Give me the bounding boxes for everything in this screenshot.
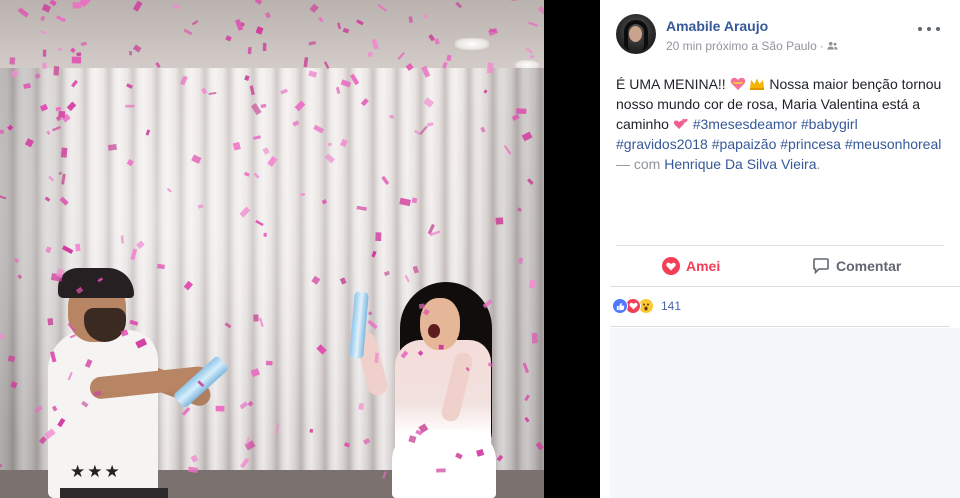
post-text: É UMA MENINA!! Nossa maior benção tornou… [616,74,952,174]
crown-emoji [750,78,765,90]
love-icon [662,257,680,275]
love-button[interactable]: Amei [662,256,720,276]
heart-ribbon-emoji [730,77,745,90]
hashtag-link[interactable]: #gravidos2018 [616,136,708,152]
post-headline: É UMA MENINA!! [616,76,726,92]
shirt-star-print: ★★★ [70,462,122,482]
comment-icon [813,258,829,275]
reaction-count[interactable]: 141 [661,299,681,313]
hashtag-link[interactable]: #meusonhoreal [845,136,942,152]
photo-frame [544,0,600,498]
dot [936,27,940,31]
text-period: . [816,156,821,172]
comment-button[interactable]: Comentar [812,256,901,276]
more-options-icon[interactable] [918,22,940,36]
post-photo[interactable]: ★★★ [0,0,544,498]
two-hearts-emoji [673,118,688,129]
tagged-person-link[interactable]: Henrique Da Silva Vieira [664,156,816,172]
hashtag-link[interactable]: #papaizão [712,136,777,152]
friends-icon[interactable] [827,41,838,51]
hashtag-link[interactable]: #babygirl [801,116,858,132]
divider [610,286,960,287]
comment-label: Comentar [836,258,902,274]
post-header: Amabile Araujo 20 min próximo a São Paul… [616,14,946,58]
love-label: Amei [686,258,721,274]
post-actions: Amei Comentar [616,246,944,286]
ceiling-light [455,38,489,50]
post-meta: 20 min próximo a São Paulo · [666,39,838,53]
woman-face [420,298,460,350]
woman-mouth [428,324,440,338]
dot [927,27,931,31]
author-avatar[interactable] [616,14,656,54]
with-label: — com [616,156,661,172]
ceiling [0,0,544,70]
location-text[interactable]: próximo a São Paulo [705,39,816,53]
hashtag-link[interactable]: #3mesesdeamor [693,116,797,132]
comments-section [610,328,960,498]
like-reaction-icon [612,298,628,314]
meta-separator: · [819,39,824,53]
post-time[interactable]: 20 min [666,39,702,53]
divider [610,326,950,327]
hashtag-link[interactable]: #princesa [780,136,841,152]
author-name[interactable]: Amabile Araujo [666,18,768,34]
man-pants [60,488,168,498]
dot [918,27,922,31]
man-cap [58,268,134,298]
woman-skirt [392,430,496,498]
avatar-face [629,26,642,42]
reactions-summary[interactable]: 141 [612,296,681,316]
